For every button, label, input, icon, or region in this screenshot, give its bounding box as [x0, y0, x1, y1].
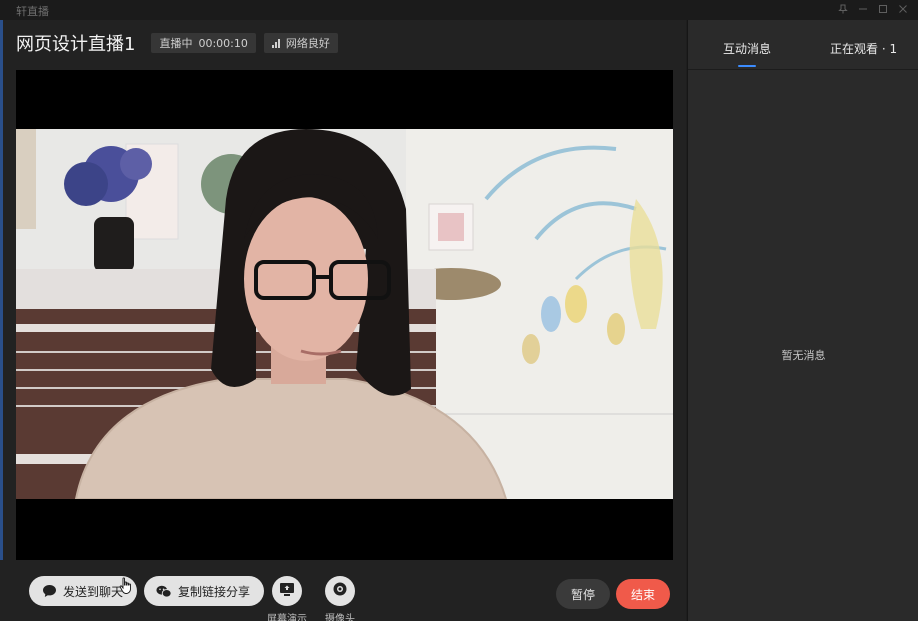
side-panel: 互动消息 正在观看 · 1 暂无消息: [687, 20, 918, 621]
minimize-icon[interactable]: [856, 2, 870, 16]
network-status-badge: 网络良好: [263, 33, 338, 53]
pause-button[interactable]: 暂停: [556, 579, 610, 609]
screen-share-control[interactable]: 屏幕演示: [267, 576, 307, 621]
camera-label: 摄像头: [325, 614, 355, 621]
monitor-share-icon: [279, 582, 295, 601]
chat-bubble-icon: [41, 583, 57, 599]
hand-cursor-icon: [119, 577, 133, 599]
window-edge: [0, 20, 3, 621]
signal-bars-icon: [271, 38, 280, 48]
side-panel-tabs: 互动消息 正在观看 · 1: [688, 20, 918, 70]
screen-share-button[interactable]: [272, 576, 302, 606]
live-status-badge: 直播中 00:00:10: [151, 33, 256, 53]
wechat-icon: [156, 583, 172, 599]
copy-link-share-button[interactable]: 复制链接分享: [144, 576, 265, 606]
screen-share-label: 屏幕演示: [267, 614, 307, 621]
pin-icon[interactable]: [836, 2, 850, 16]
active-tab-indicator: [738, 65, 756, 67]
window-controls: [836, 2, 910, 16]
copy-link-share-label: 复制链接分享: [178, 584, 251, 599]
close-icon[interactable]: [896, 2, 910, 16]
app-title: 轩直播: [16, 5, 49, 18]
send-to-chat-label: 发送到聊天: [63, 584, 124, 599]
camera-control[interactable]: 摄像头: [324, 576, 356, 621]
maximize-icon[interactable]: [876, 2, 890, 16]
live-status-label: 直播中: [159, 37, 193, 50]
end-button[interactable]: 结束: [616, 579, 670, 609]
tab-viewers[interactable]: 正在观看 · 1: [830, 40, 897, 57]
camera-button[interactable]: [325, 576, 355, 606]
broadcast-header: 网页设计直播1 直播中 00:00:10 网络良好: [16, 30, 346, 56]
empty-messages-text: 暂无消息: [781, 349, 826, 362]
network-status-label: 网络良好: [285, 37, 330, 50]
elapsed-time: 00:00:10: [198, 36, 248, 50]
room-title: 网页设计直播1: [16, 34, 136, 55]
camera-preview: [16, 129, 673, 499]
video-stage: [16, 70, 673, 560]
tab-interactive-messages[interactable]: 互动消息: [723, 40, 771, 57]
title-bar: 轩直播: [0, 0, 918, 20]
camera-icon: [332, 581, 348, 601]
